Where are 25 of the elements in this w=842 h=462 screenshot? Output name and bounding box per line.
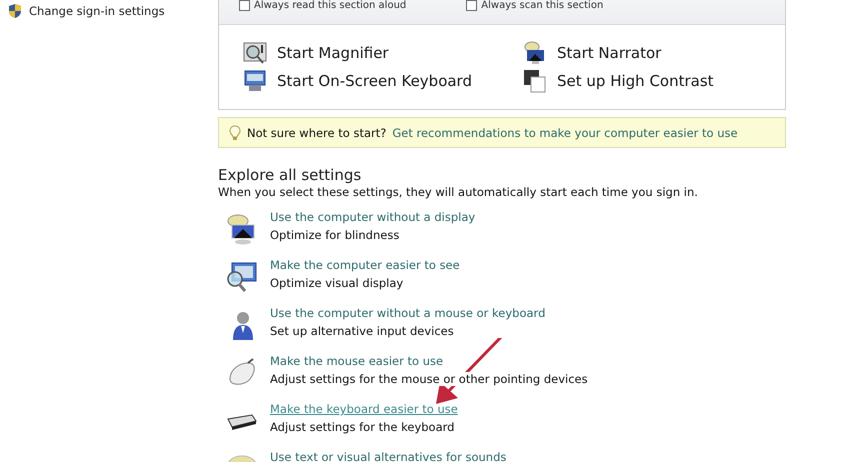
checkbox-option[interactable]: Always read this section aloud — [239, 0, 406, 11]
setting-link[interactable]: Make the mouse easier to use — [270, 354, 588, 368]
tool-link[interactable]: Set up High Contrast — [523, 69, 785, 93]
setting-link[interactable]: Use the computer without a mouse or keyboard — [270, 306, 546, 320]
setting-link[interactable]: Make the keyboard easier to use — [270, 402, 458, 416]
magnifier-icon — [243, 41, 267, 65]
lightbulb-icon — [229, 124, 241, 140]
section-description: When you select these settings, they will automatically start each time you sign in. — [218, 185, 699, 199]
setting-link[interactable]: Use the computer without a display — [270, 210, 476, 224]
checkbox-option[interactable]: Always scan this section — [466, 0, 604, 11]
tool-link[interactable]: Start On-Screen Keyboard — [243, 69, 523, 93]
sidebar-link[interactable]: Change sign-in settings — [0, 3, 218, 19]
tool-link[interactable]: Start Magnifier — [243, 41, 523, 65]
section-heading: Explore all settings — [218, 166, 362, 184]
shield-icon — [7, 3, 23, 19]
tool-link[interactable]: Start Narrator — [523, 41, 785, 65]
setting-link[interactable]: Make the computer easier to see — [270, 258, 460, 272]
tip-text: Not sure where to start? — [247, 126, 386, 140]
recommendations-link[interactable]: Get recommendations to make your computer easier to use — [392, 126, 738, 140]
setting-link[interactable]: Use text or visual alternatives for sounds — [270, 450, 506, 462]
high-contrast-icon — [523, 69, 547, 93]
narrator-icon — [523, 41, 547, 65]
setting-description: Adjust settings for the mouse or other pointing devices — [270, 372, 588, 386]
keyboard-monitor-icon — [243, 69, 267, 93]
monitor-magnifier-icon — [226, 261, 258, 293]
